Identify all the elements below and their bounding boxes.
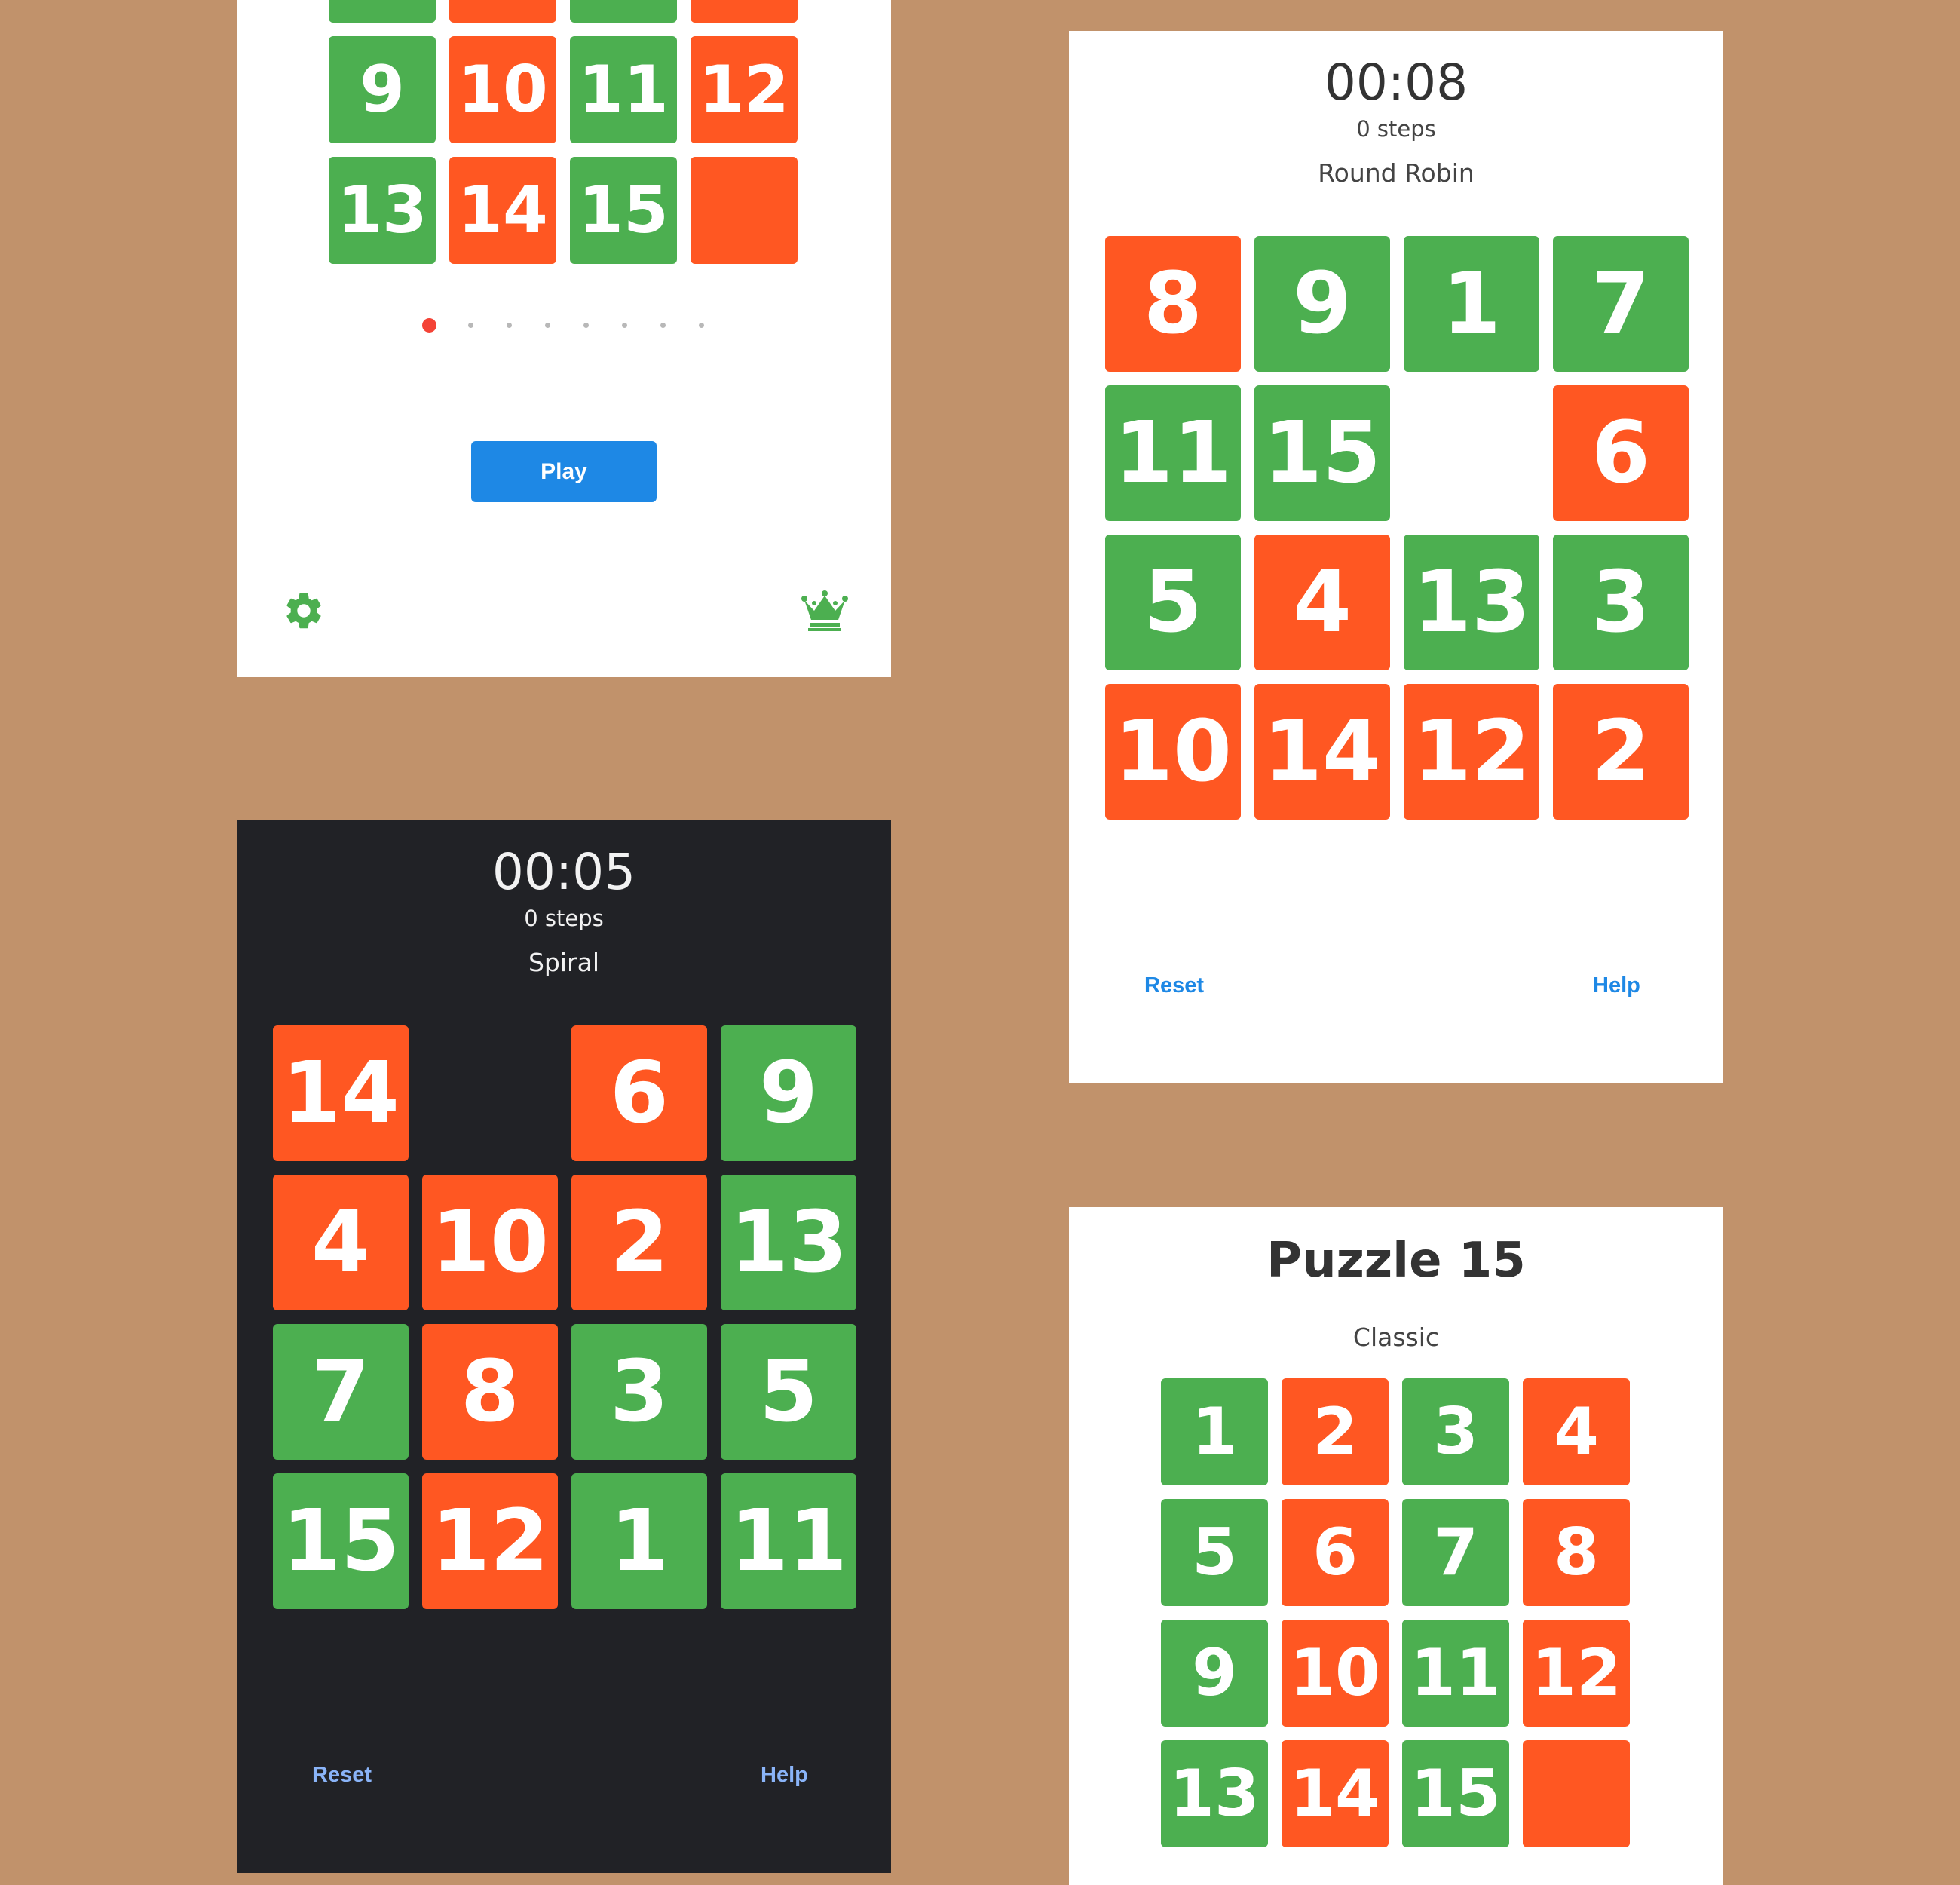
app-title: Puzzle 15 xyxy=(1266,1233,1526,1289)
tile-14[interactable]: 14 xyxy=(1254,684,1390,820)
tile-6[interactable]: 6 xyxy=(1282,1499,1389,1606)
empty-tile[interactable] xyxy=(570,0,677,23)
tile-12[interactable]: 12 xyxy=(422,1473,558,1609)
tile-7[interactable]: 7 xyxy=(1553,236,1689,372)
step-counter: 0 steps xyxy=(524,906,604,931)
empty-tile[interactable] xyxy=(422,1025,558,1161)
mode-label: Spiral xyxy=(528,948,600,977)
tile-10[interactable]: 10 xyxy=(1282,1620,1389,1727)
pager-dot[interactable] xyxy=(468,323,473,328)
tile-7[interactable]: 7 xyxy=(273,1324,409,1460)
pager-dot[interactable] xyxy=(660,323,666,328)
menu-panel: 9 10 11 12 13 14 15 Play xyxy=(237,0,891,677)
empty-tile[interactable] xyxy=(691,0,798,23)
tile-5[interactable]: 5 xyxy=(721,1324,856,1460)
tile-2[interactable]: 2 xyxy=(1282,1378,1389,1485)
tile-7[interactable]: 7 xyxy=(1402,1499,1509,1606)
empty-tile[interactable] xyxy=(329,0,436,23)
pager-dot[interactable] xyxy=(545,323,550,328)
reset-button[interactable]: Reset xyxy=(312,1763,372,1788)
pager-dot[interactable] xyxy=(422,318,436,333)
tile-1[interactable]: 1 xyxy=(571,1473,707,1609)
pager-dot[interactable] xyxy=(699,323,704,328)
tile-12[interactable]: 12 xyxy=(1523,1620,1630,1727)
mode-label: Round Robin xyxy=(1318,158,1475,188)
mode-label: Classic xyxy=(1352,1323,1440,1352)
tile-8[interactable]: 8 xyxy=(1105,236,1241,372)
mode-pager[interactable] xyxy=(237,318,891,333)
tile-13[interactable]: 13 xyxy=(329,157,436,264)
help-button[interactable]: Help xyxy=(761,1763,808,1788)
tile-10[interactable]: 10 xyxy=(449,36,556,143)
empty-tile[interactable] xyxy=(449,0,556,23)
gear-icon[interactable] xyxy=(282,589,326,633)
tile-9[interactable]: 9 xyxy=(329,36,436,143)
tile-12[interactable]: 12 xyxy=(691,36,798,143)
tile-8[interactable]: 8 xyxy=(422,1324,558,1460)
tile-11[interactable]: 11 xyxy=(570,36,677,143)
tile-15[interactable]: 15 xyxy=(273,1473,409,1609)
tile-10[interactable]: 10 xyxy=(1105,684,1241,820)
pager-dot[interactable] xyxy=(507,323,512,328)
tile-15[interactable]: 15 xyxy=(1402,1740,1509,1847)
play-button[interactable]: Play xyxy=(471,441,657,502)
reset-button[interactable]: Reset xyxy=(1144,973,1204,998)
tile-14[interactable]: 14 xyxy=(273,1025,409,1161)
spiral-game-panel: 00:05 0 steps Spiral 14 6 9 4 10 2 13 7 8 3 5 15 12 1… xyxy=(237,820,891,1873)
game-board[interactable]: 14 6 9 4 10 2 13 7 8 3 5 15 12 1 11 xyxy=(273,1025,856,1609)
tile-3[interactable]: 3 xyxy=(1402,1378,1509,1485)
help-button[interactable]: Help xyxy=(1593,973,1640,998)
tile-3[interactable]: 3 xyxy=(571,1324,707,1460)
tile-1[interactable]: 1 xyxy=(1404,236,1539,372)
tile-11[interactable]: 11 xyxy=(721,1473,856,1609)
tile-5[interactable]: 5 xyxy=(1105,535,1241,670)
tile-8[interactable]: 8 xyxy=(1523,1499,1630,1606)
classic-menu-panel: Puzzle 15 Classic 1 2 3 4 5 6 7 8 9 10 11 12 13 14 15 xyxy=(1069,1207,1723,1885)
empty-tile[interactable] xyxy=(1404,385,1539,521)
tile-15[interactable]: 15 xyxy=(1254,385,1390,521)
round-robin-game-panel: 00:08 0 steps Round Robin 8 9 1 7 11 15 6 5 4 13 3… xyxy=(1069,31,1723,1083)
empty-tile[interactable] xyxy=(691,157,798,264)
game-board[interactable]: 8 9 1 7 11 15 6 5 4 13 3 10 14 12 2 xyxy=(1105,236,1689,820)
tile-2[interactable]: 2 xyxy=(1553,684,1689,820)
pager-dot[interactable] xyxy=(622,323,627,328)
tile-9[interactable]: 9 xyxy=(721,1025,856,1161)
classic-preview-board[interactable]: 1 2 3 4 5 6 7 8 9 10 11 12 13 14 15 xyxy=(1161,1378,1630,1847)
tile-3[interactable]: 3 xyxy=(1553,535,1689,670)
tile-5[interactable]: 5 xyxy=(1161,1499,1268,1606)
step-counter: 0 steps xyxy=(1356,116,1436,142)
tile-11[interactable]: 11 xyxy=(1402,1620,1509,1727)
tile-4[interactable]: 4 xyxy=(273,1175,409,1310)
tile-12[interactable]: 12 xyxy=(1404,684,1539,820)
tile-14[interactable]: 14 xyxy=(1282,1740,1389,1847)
tile-14[interactable]: 14 xyxy=(449,157,556,264)
tile-6[interactable]: 6 xyxy=(571,1025,707,1161)
tile-10[interactable]: 10 xyxy=(422,1175,558,1310)
tile-4[interactable]: 4 xyxy=(1254,535,1390,670)
tile-13[interactable]: 13 xyxy=(1161,1740,1268,1847)
classic-preview-board[interactable]: 9 10 11 12 13 14 15 xyxy=(329,0,798,264)
tile-6[interactable]: 6 xyxy=(1553,385,1689,521)
tile-9[interactable]: 9 xyxy=(1254,236,1390,372)
timer: 00:08 xyxy=(1324,54,1468,112)
pager-dot[interactable] xyxy=(583,323,589,328)
tile-13[interactable]: 13 xyxy=(1404,535,1539,670)
tile-11[interactable]: 11 xyxy=(1105,385,1241,521)
tile-13[interactable]: 13 xyxy=(721,1175,856,1310)
tile-15[interactable]: 15 xyxy=(570,157,677,264)
timer: 00:05 xyxy=(492,843,636,901)
tile-1[interactable]: 1 xyxy=(1161,1378,1268,1485)
tile-4[interactable]: 4 xyxy=(1523,1378,1630,1485)
tile-2[interactable]: 2 xyxy=(571,1175,707,1310)
empty-tile[interactable] xyxy=(1523,1740,1630,1847)
crown-icon[interactable] xyxy=(801,590,849,632)
tile-9[interactable]: 9 xyxy=(1161,1620,1268,1727)
